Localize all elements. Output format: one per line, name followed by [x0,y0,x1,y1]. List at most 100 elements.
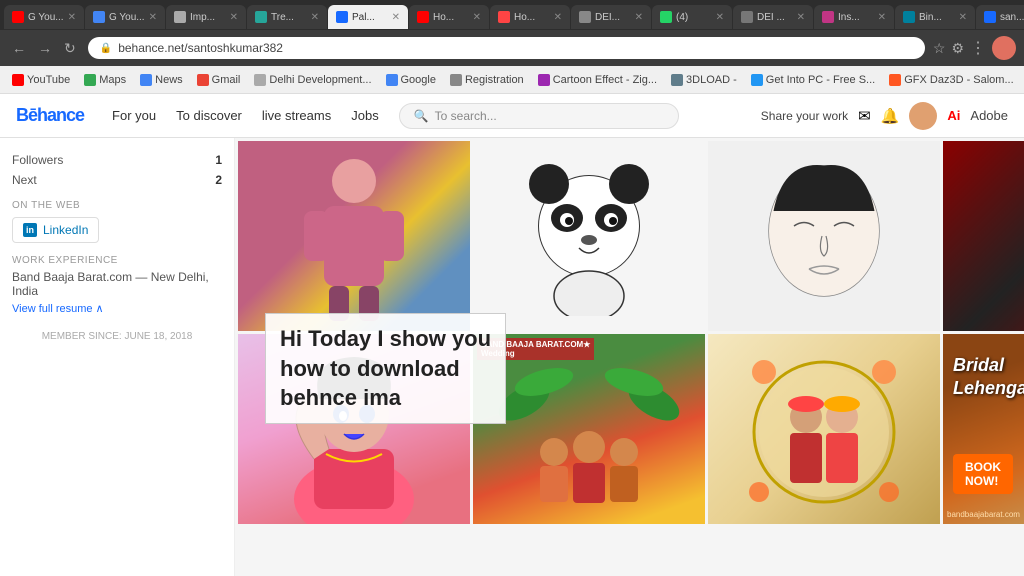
tab-label-bi: Bin... [919,12,942,23]
main-area: Followers 1 Next 2 ON THE WEB in LinkedI… [0,138,1024,576]
tab-label-dei1: DEI... [595,12,620,23]
tab-dei1[interactable]: DEI... ✕ [571,5,651,29]
project-card-4[interactable]: BAND BAWE 8449395 [943,141,1024,331]
refresh-button[interactable]: ↻ [60,38,80,59]
tab-close-wa[interactable]: ✕ [716,12,724,23]
wedding-couple-circle [724,337,924,522]
bookmark-label-yt: YouTube [27,74,70,86]
linkedin-badge[interactable]: in LinkedIn [12,217,99,243]
followers-value: 1 [215,153,222,167]
linkedin-label: LinkedIn [43,223,88,237]
on-the-web-label: ON THE WEB [12,200,222,211]
tab-favicon-wa [660,11,672,23]
view-resume-link[interactable]: View full resume ∧ [12,302,222,315]
tab-dei2[interactable]: DEI ... ✕ [733,5,813,29]
project-card-7[interactable] [708,334,940,524]
tab-close-tre[interactable]: ✕ [311,12,319,23]
nav-jobs[interactable]: Jobs [351,108,378,123]
tab-close-ig[interactable]: ✕ [878,12,886,23]
bookmark-google[interactable]: Google [382,72,440,88]
back-button[interactable]: ← [8,38,30,59]
tab-youtube[interactable]: G You... ✕ [4,5,84,29]
notification-icon[interactable]: 🔔 [881,107,900,125]
sidebar-stat-followers: Followers 1 [12,150,222,170]
bookmark-youtube[interactable]: YouTube [8,72,74,88]
reg-favicon [450,74,462,86]
address-bar: ← → ↻ 🔒 behance.net/santoshkumar382 ☆ ⚙ … [0,30,1024,66]
news-favicon [140,74,152,86]
browser-chrome: G You... ✕ G You... ✕ Imp... ✕ Tre... ✕ … [0,0,1024,94]
behance-logo[interactable]: Bēhance [16,105,84,126]
nav-to-discover[interactable]: To discover [176,108,242,123]
tab-favicon-tre [255,11,267,23]
extension-icon[interactable]: ⚙ [951,40,964,57]
project-card-2[interactable] [473,141,705,331]
header-right: Share your work ✉ 🔔 Ai Adobe [761,102,1008,130]
bookmark-delhi[interactable]: Delhi Development... [250,72,375,88]
bookmark-news[interactable]: News [136,72,187,88]
tab-img[interactable]: Imp... ✕ [166,5,246,29]
tab-close-img[interactable]: ✕ [230,12,238,23]
tab-bing[interactable]: Bin... ✕ [895,5,975,29]
wedding-event-scene [494,362,684,517]
bookmark-label-gfx: GFX Daz3D - Salom... [904,74,1013,86]
sidebar: Followers 1 Next 2 ON THE WEB in LinkedI… [0,138,235,576]
bridal-text: BridalLehenga [953,354,1024,401]
adobe-logo: Ai [947,108,960,123]
project-card-8[interactable]: BridalLehenga BOOKNOW! bandbaajabarat.co… [943,334,1024,524]
tab-ho2[interactable]: Ho... ✕ [490,5,570,29]
tab-close-g[interactable]: ✕ [149,12,157,23]
tab-close-be[interactable]: ✕ [392,12,400,23]
nav-for-you[interactable]: For you [112,108,156,123]
nav-buttons: ← → ↻ [8,38,80,59]
tab-favicon-ho1 [417,11,429,23]
project-card-3[interactable] [708,141,940,331]
bookmark-label-gmail: Gmail [212,74,241,86]
tab-favicon-dei1 [579,11,591,23]
tab-tre[interactable]: Tre... ✕ [247,5,327,29]
tab-youtube2[interactable]: G You... ✕ [85,5,165,29]
forward-button[interactable]: → [34,38,56,59]
tab-close-bi[interactable]: ✕ [959,12,967,23]
bookmark-maps[interactable]: Maps [80,72,130,88]
tab-close-yt[interactable]: ✕ [68,12,76,23]
tab-instagram[interactable]: Ins... ✕ [814,5,894,29]
tab-favicon-ig [822,11,834,23]
message-icon[interactable]: ✉ [858,107,871,125]
bookmark-3dload[interactable]: 3DLOAD - [667,72,741,88]
project-card-1[interactable] [238,141,470,331]
tab-label-tre: Tre... [271,12,294,23]
tab-close-ho2[interactable]: ✕ [554,12,562,23]
tab-label-ig: Ins... [838,12,860,23]
tab-ho1[interactable]: Ho... ✕ [409,5,489,29]
tab-close-dei2[interactable]: ✕ [797,12,805,23]
url-bar[interactable]: 🔒 behance.net/santoshkumar382 [88,37,925,59]
bookmark-gmail[interactable]: Gmail [193,72,245,88]
bookmarks-icon[interactable]: ☆ [933,40,946,57]
nav-live-streams[interactable]: live streams [262,108,331,123]
search-bar[interactable]: 🔍 To search... [399,103,679,129]
bookmarks-bar: YouTube Maps News Gmail Delhi Developmen… [0,66,1024,94]
bookmark-getintopc[interactable]: Get Into PC - Free S... [747,72,879,88]
tab-whatsapp[interactable]: (4) ✕ [652,5,732,29]
share-your-work-button[interactable]: Share your work [761,109,848,123]
tab-bar: G You... ✕ G You... ✕ Imp... ✕ Tre... ✕ … [0,0,1024,30]
gfx-favicon [889,74,901,86]
profile-avatar[interactable] [992,36,1016,60]
tab-behance[interactable]: Pal... ✕ [328,5,408,29]
tab-label-be: Pal... [352,12,375,23]
user-avatar[interactable] [909,102,937,130]
bookmark-cartoon[interactable]: Cartoon Effect - Zig... [534,72,661,88]
menu-icon[interactable]: ⋮ [970,38,986,58]
book-now-badge[interactable]: BOOKNOW! [953,454,1013,494]
bookmark-registration[interactable]: Registration [446,72,528,88]
tab-favicon-g [93,11,105,23]
bookmark-gfx[interactable]: GFX Daz3D - Salom... [885,72,1017,88]
sidebar-stat-next: Next 2 [12,170,222,190]
tab-close-dei1[interactable]: ✕ [635,12,643,23]
tab-santosh[interactable]: san... ✕ [976,5,1024,29]
project-card-6[interactable]: BAND BAAJA BARAT.COM★Wedding [473,334,705,524]
tab-close-ho1[interactable]: ✕ [473,12,481,23]
adobe-label[interactable]: Adobe [970,108,1008,123]
next-label: Next [12,173,37,187]
